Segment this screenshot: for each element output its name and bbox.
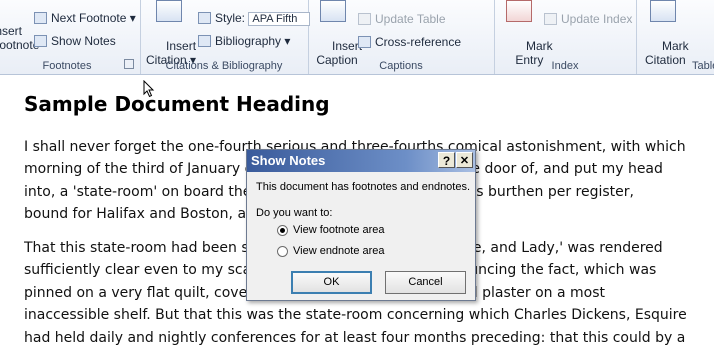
mark-entry-button[interactable]: Mark Entry <box>506 25 552 81</box>
bibliography-button[interactable]: Bibliography ▾ <box>198 34 290 48</box>
index-group-label: Index <box>551 60 579 72</box>
style-dropdown[interactable]: APA Fifth <box>248 11 311 26</box>
index-group: Mark Entry Update Index Index <box>494 0 637 74</box>
style-value: APA Fifth <box>252 12 298 25</box>
update-index-icon <box>544 13 557 25</box>
captions-group: Insert Caption Update Table Cross-refere… <box>308 0 495 74</box>
paragraph-line: had held daily and nightly conferences f… <box>24 329 686 346</box>
next-footnote-icon <box>34 12 47 24</box>
cross-reference-icon <box>358 36 371 48</box>
next-footnote-label: Next Footnote <box>51 11 127 25</box>
endnote-radio-button[interactable] <box>277 246 288 257</box>
citations-group: Insert Citation ▾ Style: APA Fifth Bibli… <box>140 0 311 74</box>
show-notes-button[interactable]: Show Notes <box>34 34 116 48</box>
style-label: Style: <box>215 11 246 25</box>
update-table-icon <box>358 13 371 25</box>
dialog-titlebar[interactable]: Show Notes ? ✕ <box>247 150 475 172</box>
footnote-option-label[interactable]: View footnote area <box>293 224 385 236</box>
mark-entry-icon <box>506 0 532 22</box>
cross-reference-label: Cross-reference <box>375 35 462 49</box>
endnote-option-label[interactable]: View endnote area <box>293 245 385 257</box>
mark-citation-icon <box>650 0 676 22</box>
update-index-button[interactable]: Update Index <box>544 12 632 26</box>
document-heading: Sample Document Heading <box>24 92 330 116</box>
dialog-title: Show Notes <box>251 153 326 168</box>
style-icon <box>198 12 211 24</box>
footnote-radio-button[interactable] <box>277 225 288 236</box>
citations-group-label: Citations & Bibliography <box>165 60 283 72</box>
footnotes-dialog-launcher-icon[interactable] <box>124 59 134 69</box>
insert-citation-icon <box>156 0 182 22</box>
mark-citation-label: Mark Citation <box>645 39 689 67</box>
ok-button[interactable]: OK <box>291 271 372 294</box>
dialog-message: This document has footnotes and endnotes… <box>256 181 471 193</box>
footnotes-group: Insert Footnote Next Footnote ▾ Show Not… <box>0 0 141 74</box>
paragraph-line: inaccessible shelf. But that this was th… <box>24 307 686 324</box>
dialog-prompt: Do you want to: <box>256 207 333 219</box>
next-footnote-button[interactable]: Next Footnote ▾ <box>34 11 136 25</box>
table-of-authorities-group-label: Table <box>692 60 714 72</box>
show-notes-dialog: Show Notes ? ✕ This document has footnot… <box>246 149 476 301</box>
update-table-button[interactable]: Update Table <box>358 12 446 26</box>
bibliography-label: Bibliography <box>215 34 282 48</box>
insert-citation-button[interactable]: Insert Citation ▾ <box>146 25 196 81</box>
help-button[interactable]: ? <box>438 152 455 168</box>
ribbon: Insert Footnote Next Footnote ▾ Show Not… <box>0 0 714 75</box>
style-selector[interactable]: Style: APA Fifth <box>198 11 311 26</box>
show-notes-icon <box>34 35 47 47</box>
insert-caption-icon <box>320 0 346 22</box>
update-table-label: Update Table <box>375 12 446 26</box>
mark-citation-button[interactable]: Mark Citation <box>642 25 689 81</box>
cross-reference-button[interactable]: Cross-reference <box>358 35 461 49</box>
bibliography-icon <box>198 35 211 47</box>
show-notes-label: Show Notes <box>51 34 116 48</box>
table-of-authorities-group: Mark Citation Table <box>636 0 714 74</box>
footnotes-group-label: Footnotes <box>42 60 92 72</box>
captions-group-label: Captions <box>379 60 423 72</box>
cancel-button[interactable]: Cancel <box>385 271 466 294</box>
close-button[interactable]: ✕ <box>456 152 473 168</box>
insert-caption-button[interactable]: Insert Caption <box>312 25 362 81</box>
update-index-label: Update Index <box>561 12 633 26</box>
